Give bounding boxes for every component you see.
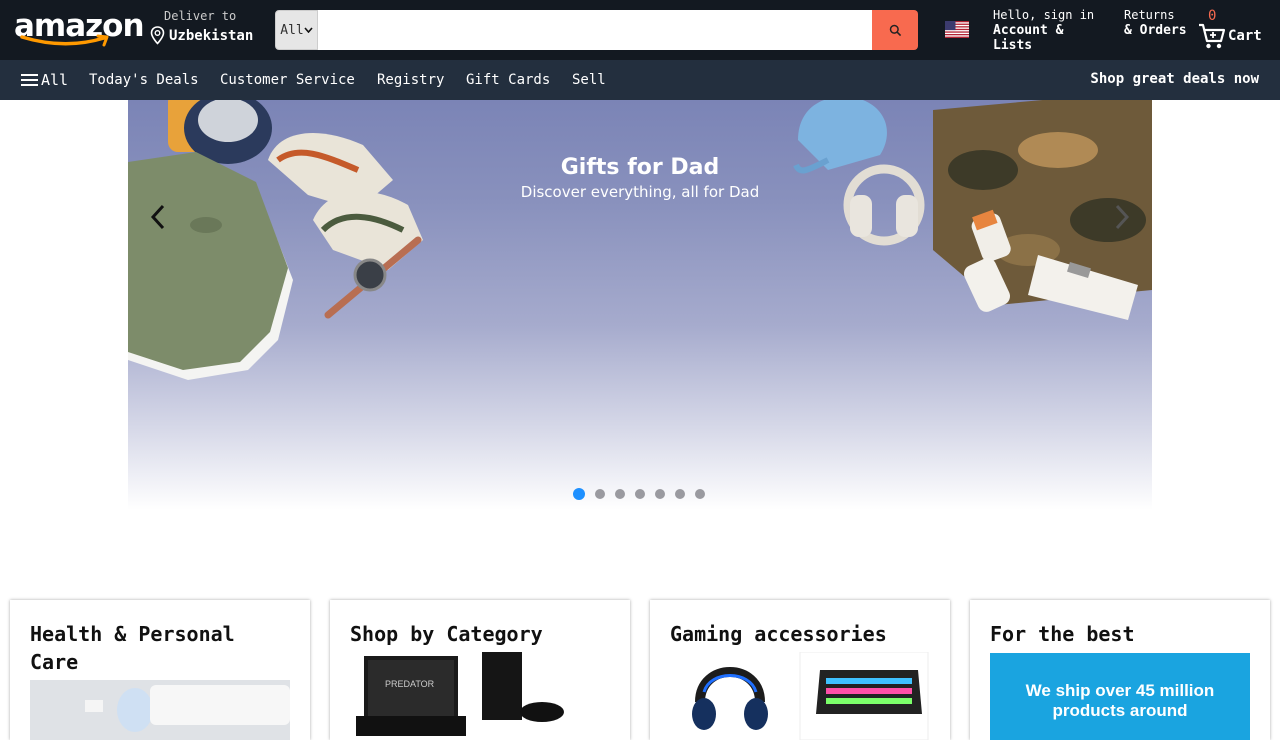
- carousel-dot[interactable]: [695, 489, 705, 499]
- search-button[interactable]: [872, 10, 918, 50]
- deliver-location: Uzbekistan: [169, 28, 254, 44]
- shipping-banner-text: We ship over 45 million products around: [1025, 681, 1215, 720]
- watch-face-shape: [353, 258, 387, 292]
- hero-carousel[interactable]: Gifts for Dad Discover everything, all f…: [128, 100, 1152, 510]
- health-products-image: [30, 680, 290, 740]
- shipping-banner: We ship over 45 million products around: [990, 653, 1250, 740]
- returns-label: Returns: [1124, 8, 1175, 22]
- carousel-dot[interactable]: [635, 489, 645, 499]
- sneaker-2-shape: [313, 191, 423, 270]
- carousel-dot[interactable]: [573, 488, 585, 500]
- nav-todays-deals[interactable]: Today's Deals: [89, 72, 199, 88]
- search-category-label: All: [280, 22, 304, 38]
- hamburger-menu-icon: [21, 74, 38, 86]
- category-products-image: PREDATOR: [356, 652, 564, 736]
- cart-button[interactable]: 0 Cart: [1198, 8, 1273, 52]
- all-menu-label: All: [41, 71, 69, 89]
- top-nav: amazon Deliver to Uzbekistan All Hello, …: [0, 0, 1280, 60]
- card-gaming-accessories[interactable]: Gaming accessories: [650, 600, 950, 740]
- card-for-the-best[interactable]: For the best We ship over 45 million pro…: [970, 600, 1270, 740]
- carousel-dot[interactable]: [615, 489, 625, 499]
- sub-nav: All Today's Deals Customer Service Regis…: [0, 60, 1280, 100]
- chevron-down-icon: [304, 27, 313, 33]
- nav-gift-cards[interactable]: Gift Cards: [466, 72, 550, 88]
- card-title: Health & Personal Care: [30, 622, 235, 674]
- account-greeting: Hello, sign in: [993, 8, 1095, 22]
- search-input[interactable]: [318, 10, 872, 50]
- smile-arrow-icon: [20, 34, 109, 47]
- carousel-dot[interactable]: [675, 489, 685, 499]
- account-label: Account & Lists: [993, 23, 1064, 53]
- carousel-dot[interactable]: [655, 489, 665, 499]
- deliver-label: Deliver to: [164, 9, 237, 23]
- card-title: Shop by Category: [350, 622, 543, 646]
- us-flag-icon[interactable]: [945, 21, 969, 38]
- all-menu-button[interactable]: All: [21, 71, 68, 89]
- carousel-dots: [573, 488, 715, 500]
- carousel-prev-icon[interactable]: [150, 204, 166, 230]
- card-shop-by-category[interactable]: Shop by Category PREDATOR: [330, 600, 630, 740]
- card-title: Gaming accessories: [670, 622, 887, 646]
- card-title: For the best: [990, 622, 1135, 646]
- orders-label: & Orders: [1124, 23, 1187, 38]
- nav-registry[interactable]: Registry: [377, 72, 444, 88]
- search-bar: All: [275, 10, 918, 50]
- svg-text:PREDATOR: PREDATOR: [385, 679, 435, 689]
- hero-subtitle: Discover everything, all for Dad: [520, 183, 760, 201]
- nav-customer-service[interactable]: Customer Service: [220, 72, 355, 88]
- returns-orders[interactable]: Returns & Orders: [1124, 8, 1189, 38]
- card-health-personal-care[interactable]: Health & Personal Care: [10, 600, 310, 740]
- cart-label: Cart: [1228, 28, 1262, 44]
- amazon-logo[interactable]: amazon: [14, 8, 145, 50]
- account-menu[interactable]: Hello, sign in Account & Lists: [993, 8, 1108, 53]
- cart-icon: [1199, 23, 1226, 49]
- gaming-products-image: [692, 652, 929, 740]
- location-pin-icon: [150, 26, 165, 45]
- carousel-dot[interactable]: [595, 489, 605, 499]
- carousel-next-icon[interactable]: [1114, 204, 1130, 230]
- nav-sell[interactable]: Sell: [572, 72, 606, 88]
- promo-link[interactable]: Shop great deals now: [1090, 71, 1259, 87]
- search-icon: [889, 24, 901, 36]
- hero-title: Gifts for Dad: [560, 155, 720, 180]
- search-category-select[interactable]: All: [275, 10, 318, 50]
